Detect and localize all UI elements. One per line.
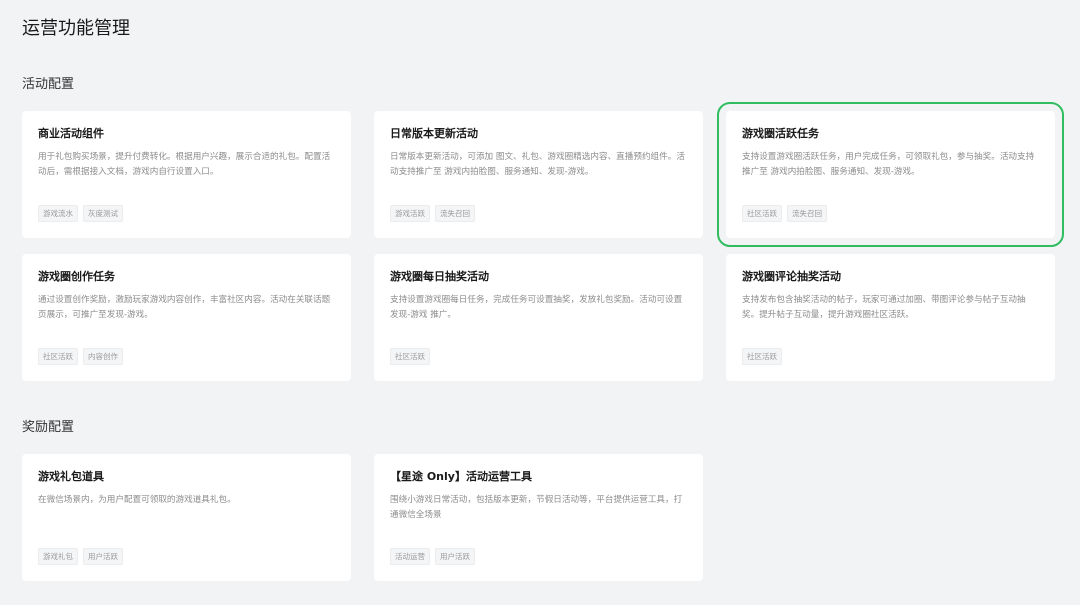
tag: 社区活跃 bbox=[390, 348, 430, 365]
tag: 社区活跃 bbox=[742, 205, 782, 222]
card-tags: 社区活跃 内容创作 bbox=[38, 348, 123, 365]
tag: 游戏流水 bbox=[38, 205, 78, 222]
page: 运营功能管理 活动配置 商业活动组件 用于礼包购买场景，提升付费转化。根据用户兴… bbox=[0, 0, 1080, 605]
card-tags: 社区活跃 bbox=[742, 348, 782, 365]
card-game-circle-active-task[interactable]: 游戏圈活跃任务 支持设置游戏圈活跃任务，用户完成任务，可领取礼包，参与抽奖。活动… bbox=[717, 102, 1064, 247]
card-title: 日常版本更新活动 bbox=[390, 127, 478, 140]
tag: 社区活跃 bbox=[38, 348, 78, 365]
tag: 用户活跃 bbox=[83, 548, 123, 565]
tag: 流失召回 bbox=[787, 205, 827, 222]
card-tags: 游戏流水 灰度测试 bbox=[38, 205, 123, 222]
card-xingtu-only-tool[interactable]: 【星途 Only】活动运营工具 围绕小游戏日常活动，包括版本更新，节假日活动等，… bbox=[374, 454, 703, 581]
tag: 灰度测试 bbox=[83, 205, 123, 222]
card-title: 游戏圈评论抽奖活动 bbox=[742, 270, 841, 283]
card-description: 通过设置创作奖励，激励玩家游戏内容创作，丰富社区内容。活动在关联话题页展示，可推… bbox=[38, 295, 331, 320]
card-description: 在微信场景内，为用户配置可领取的游戏道具礼包。 bbox=[38, 495, 236, 505]
tag: 游戏活跃 bbox=[390, 205, 430, 222]
tag: 游戏礼包 bbox=[38, 548, 78, 565]
card-description: 用于礼包购买场景，提升付费转化。根据用户兴趣，展示合适的礼包。配置活动后，需根据… bbox=[38, 152, 331, 177]
card-tags: 社区活跃 流失召回 bbox=[742, 205, 827, 222]
card-title: 商业活动组件 bbox=[38, 127, 104, 140]
card-title: 游戏圈每日抽奖活动 bbox=[390, 270, 489, 283]
card-game-circle-daily-lottery[interactable]: 游戏圈每日抽奖活动 支持设置游戏圈每日任务，完成任务可设置抽奖，发放礼包奖励。活… bbox=[374, 254, 703, 381]
card-description: 支持设置游戏圈每日任务，完成任务可设置抽奖，发放礼包奖励。活动可设置 发现-游戏… bbox=[390, 295, 683, 320]
card-business-activity[interactable]: 商业活动组件 用于礼包购买场景，提升付费转化。根据用户兴趣，展示合适的礼包。配置… bbox=[22, 111, 351, 238]
card-title: 游戏礼包道具 bbox=[38, 470, 104, 483]
tag: 内容创作 bbox=[83, 348, 123, 365]
card-title: 【星途 Only】活动运营工具 bbox=[390, 470, 532, 483]
card-game-circle-creation-task[interactable]: 游戏圈创作任务 通过设置创作奖励，激励玩家游戏内容创作，丰富社区内容。活动在关联… bbox=[22, 254, 351, 381]
section-title-reward: 奖励配置 bbox=[22, 420, 75, 435]
card-game-circle-comment-lottery[interactable]: 游戏圈评论抽奖活动 支持发布包含抽奖活动的帖子，玩家可通过加圈、带图评论参与帖子… bbox=[726, 254, 1055, 381]
card-daily-version-update[interactable]: 日常版本更新活动 日常版本更新活动，可添加 图文、礼包、游戏圈精选内容、直播预约… bbox=[374, 111, 703, 238]
tag: 流失召回 bbox=[435, 205, 475, 222]
tag: 用户活跃 bbox=[435, 548, 475, 565]
card-description: 围绕小游戏日常活动，包括版本更新，节假日活动等，平台提供运营工具，打通微信全场景 bbox=[390, 495, 683, 520]
card-game-gift-item[interactable]: 游戏礼包道具 在微信场景内，为用户配置可领取的游戏道具礼包。 游戏礼包 用户活跃 bbox=[22, 454, 351, 581]
card-tags: 游戏活跃 流失召回 bbox=[390, 205, 475, 222]
card-description: 日常版本更新活动，可添加 图文、礼包、游戏圈精选内容、直播预约组件。活动支持推广… bbox=[390, 152, 685, 177]
tag: 活动运营 bbox=[390, 548, 430, 565]
card-title: 游戏圈创作任务 bbox=[38, 270, 115, 283]
card-tags: 活动运营 用户活跃 bbox=[390, 548, 475, 565]
card-description: 支持发布包含抽奖活动的帖子，玩家可通过加圈、带图评论参与帖子互动抽奖。提升帖子互… bbox=[742, 295, 1026, 320]
reward-card-grid: 游戏礼包道具 在微信场景内，为用户配置可领取的游戏道具礼包。 游戏礼包 用户活跃… bbox=[22, 454, 1055, 581]
card-tags: 社区活跃 bbox=[390, 348, 430, 365]
card-title: 游戏圈活跃任务 bbox=[742, 127, 819, 140]
card-description: 支持设置游戏圈活跃任务，用户完成任务，可领取礼包，参与抽奖。活动支持推广至 游戏… bbox=[742, 152, 1035, 177]
card-tags: 游戏礼包 用户活跃 bbox=[38, 548, 123, 565]
page-title: 运营功能管理 bbox=[22, 18, 130, 39]
section-title-activity: 活动配置 bbox=[22, 77, 75, 92]
tag: 社区活跃 bbox=[742, 348, 782, 365]
activity-card-grid: 商业活动组件 用于礼包购买场景，提升付费转化。根据用户兴趣，展示合适的礼包。配置… bbox=[22, 102, 1064, 381]
